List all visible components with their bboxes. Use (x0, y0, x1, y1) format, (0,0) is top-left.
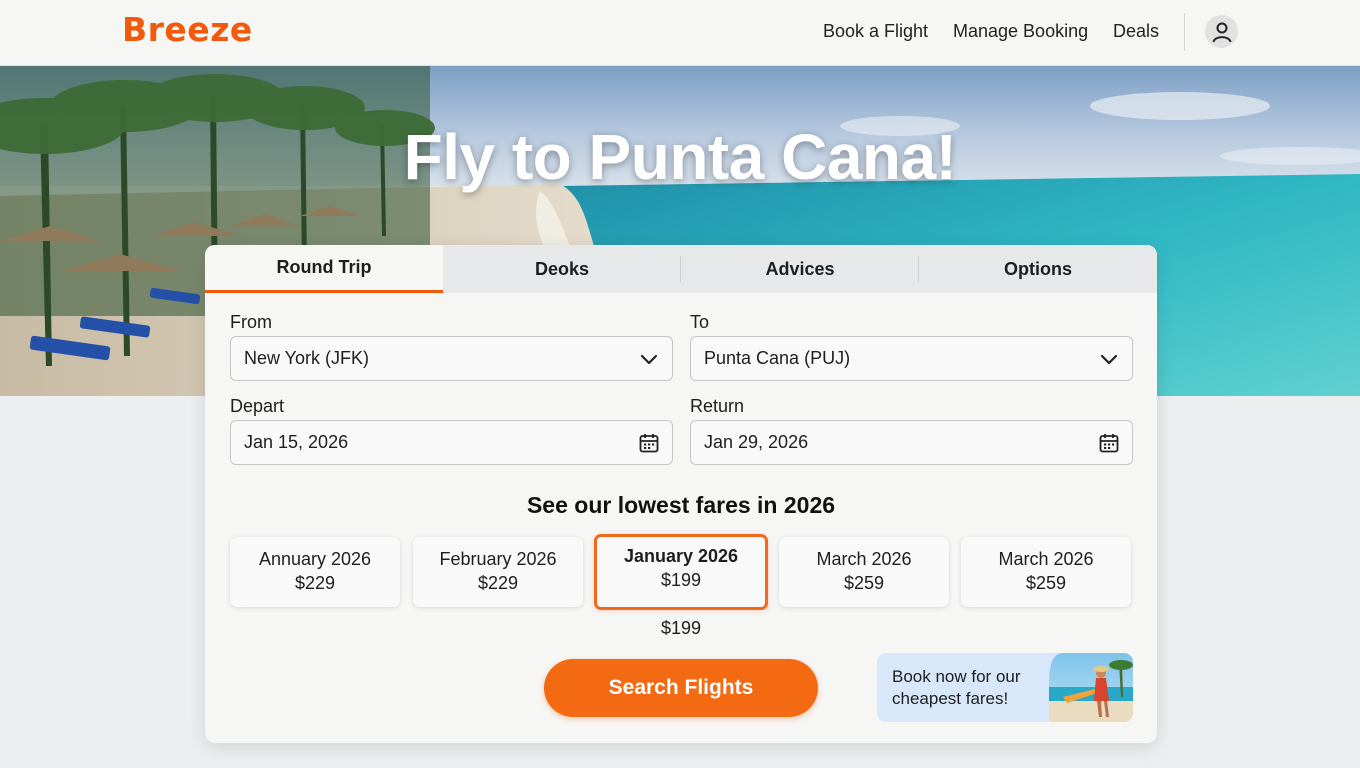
to-select[interactable]: Punta Cana (PUJ) (690, 336, 1133, 381)
selected-fare-price: $199 (660, 618, 702, 638)
user-icon (1212, 22, 1231, 42)
promo-text: Book now for our cheapest fares! (892, 667, 1021, 708)
from-value: New York (JFK) (244, 348, 370, 368)
fare-card[interactable]: March 2026 $259 (961, 537, 1131, 607)
fare-month: March 2026 (816, 549, 912, 569)
nav-divider (1184, 13, 1185, 51)
fare-card[interactable]: February 2026 $229 (413, 537, 583, 607)
tab-advices[interactable]: Advices (681, 245, 919, 293)
to-value: Punta Cana (PUJ) (704, 348, 851, 368)
chevron-down-icon (640, 354, 658, 365)
tab-deoks[interactable]: Deoks (443, 245, 681, 293)
to-label: To (690, 312, 710, 332)
return-date-field[interactable]: Jan 29, 2026 (690, 420, 1133, 465)
fares-title: See our lowest fares in 2026 (526, 492, 836, 518)
breeze-logo[interactable]: Breeze (122, 10, 253, 49)
fare-card[interactable]: Annuary 2026 $229 (230, 537, 400, 607)
calendar-icon (639, 434, 659, 453)
fare-price: $259 (843, 573, 885, 593)
nav-book-a-flight[interactable]: Book a Flight (823, 21, 928, 42)
search-flights-button[interactable]: Search Flights (544, 659, 818, 717)
fare-price: $229 (294, 573, 336, 593)
fare-month: February 2026 (439, 549, 557, 569)
beach-traveler-image (1049, 653, 1133, 722)
booking-card: Round Trip Deoks Advices Options From Ne… (205, 245, 1157, 743)
site-header: Breeze Book a Flight Manage Booking Deal… (0, 0, 1360, 66)
chevron-down-icon (1100, 354, 1118, 365)
fare-month: March 2026 (998, 549, 1094, 569)
fare-price: $199 (660, 570, 702, 590)
fare-card[interactable]: March 2026 $259 (779, 537, 949, 607)
account-avatar[interactable] (1205, 15, 1238, 48)
return-value: Jan 29, 2026 (704, 432, 809, 452)
fare-month: January 2026 (623, 546, 739, 566)
nav-deals[interactable]: Deals (1113, 21, 1159, 42)
depart-value: Jan 15, 2026 (244, 432, 349, 452)
depart-date-field[interactable]: Jan 15, 2026 (230, 420, 673, 465)
tab-round-trip[interactable]: Round Trip (205, 245, 443, 293)
fare-month: Annuary 2026 (258, 549, 372, 569)
return-label: Return (690, 396, 745, 416)
from-label: From (230, 312, 272, 332)
from-select[interactable]: New York (JFK) (230, 336, 673, 381)
calendar-icon (1099, 434, 1119, 453)
hero-title: Fly to Punta Cana! (403, 121, 957, 193)
tab-label: Deoks (534, 258, 590, 279)
trip-tabs: Round Trip Deoks Advices Options (205, 245, 1157, 293)
tab-label: Advices (765, 258, 835, 279)
promo-banner[interactable]: Book now for our cheapest fares! (877, 653, 1133, 722)
fare-price: $229 (477, 573, 519, 593)
fare-card-selected[interactable]: January 2026 $199 (594, 534, 768, 610)
fare-price: $259 (1025, 573, 1067, 593)
depart-label: Depart (230, 396, 285, 416)
nav-manage-booking[interactable]: Manage Booking (953, 21, 1088, 42)
tab-options[interactable]: Options (919, 245, 1157, 293)
